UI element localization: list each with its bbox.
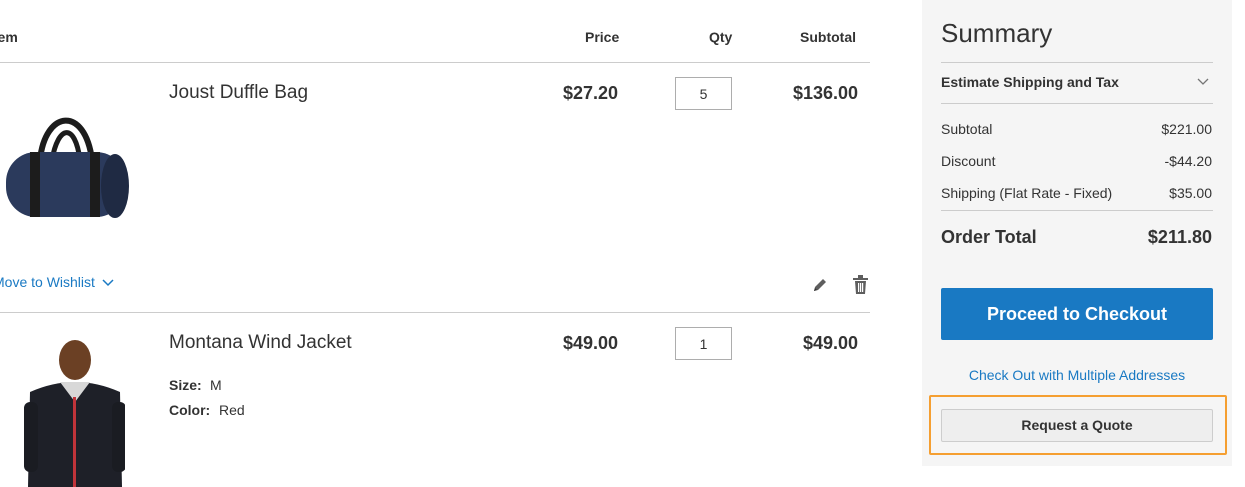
header-price: Price (585, 29, 620, 45)
item-subtotal: $136.00 (793, 83, 859, 103)
shipping-label: Shipping (Flat Rate - Fixed) (941, 185, 1113, 201)
pencil-icon[interactable] (811, 276, 829, 294)
item-price: $27.20 (563, 83, 619, 103)
item-name[interactable]: Montana Wind Jacket (169, 332, 352, 354)
summary-title: Summary (941, 18, 1053, 48)
header-subtotal: Subtotal (800, 29, 856, 45)
option-value-size: M (210, 377, 222, 393)
summary-divider (941, 62, 1213, 63)
chevron-down-icon (102, 279, 114, 287)
jacket-image[interactable] (10, 332, 125, 487)
option-label-size: Size: (169, 377, 202, 393)
estimate-shipping-label: Estimate Shipping and Tax (941, 74, 1119, 90)
item-price: $49.00 (563, 333, 619, 353)
shipping-value: $35.00 (1169, 185, 1212, 201)
discount-label: Discount (941, 153, 996, 169)
order-total-value: $211.80 (1147, 227, 1212, 247)
duffle-bag-image[interactable] (0, 100, 135, 228)
order-total-label: Order Total (941, 227, 1037, 247)
header-item: Item (0, 29, 18, 45)
chevron-down-icon (1197, 78, 1209, 85)
subtotal-value: $221.00 (1161, 121, 1212, 137)
subtotal-label: Subtotal (941, 121, 993, 137)
qty-input[interactable] (675, 327, 732, 360)
header-divider (0, 62, 870, 63)
item-name[interactable]: Joust Duffle Bag (169, 82, 308, 104)
move-to-wishlist-link[interactable]: Move to Wishlist (0, 274, 114, 290)
cart-table: Item Price Qty Subtotal Joust Duffle Bag… (0, 0, 870, 487)
request-quote-button[interactable]: Request a Quote (941, 409, 1213, 442)
summary-divider (941, 103, 1213, 104)
summary-divider (941, 210, 1213, 211)
row-divider (0, 312, 870, 313)
trash-icon[interactable] (852, 275, 869, 295)
discount-value: -$44.20 (1164, 153, 1212, 169)
qty-input[interactable] (675, 77, 732, 110)
move-to-wishlist-label: Move to Wishlist (0, 274, 95, 290)
header-qty: Qty (709, 29, 733, 45)
option-value-color: Red (219, 402, 245, 418)
estimate-shipping-toggle[interactable]: Estimate Shipping and Tax (941, 74, 1213, 94)
option-label-color: Color: (169, 402, 211, 418)
proceed-to-checkout-button[interactable]: Proceed to Checkout (941, 288, 1213, 340)
multiple-addresses-link[interactable]: Check Out with Multiple Addresses (941, 367, 1213, 383)
item-subtotal: $49.00 (803, 333, 859, 353)
